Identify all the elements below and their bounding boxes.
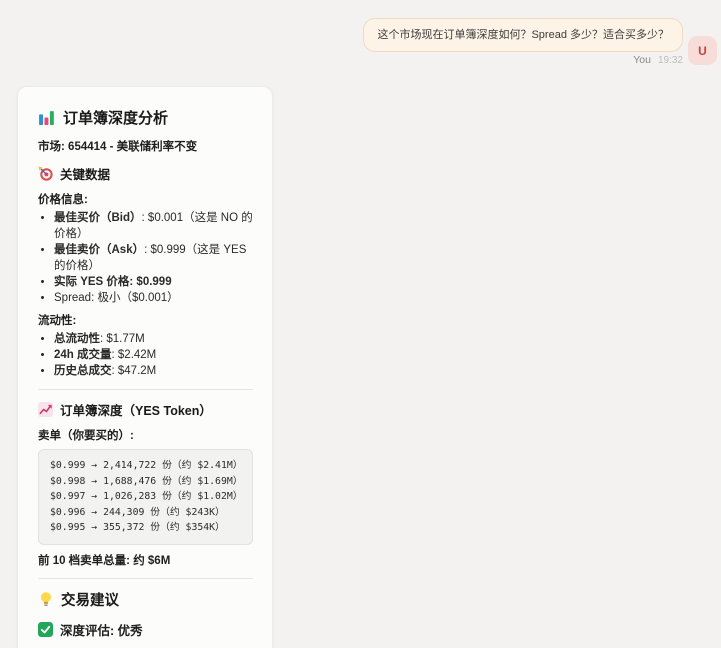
market-value: 654414 - 美联储利率不变 [68, 141, 197, 153]
user-avatar: U [688, 36, 717, 65]
asks-label: 卖单（你要买的）: [38, 427, 253, 443]
key-data-heading: 关键数据 [60, 164, 110, 183]
divider [38, 578, 253, 579]
assessment-row: 深度评估: 优秀 [38, 620, 253, 639]
list-item: 历史总成交: $47.2M [54, 363, 253, 379]
market-label: 市场: [38, 141, 65, 153]
key-data-heading-row: 关键数据 [38, 164, 253, 183]
orderbook-row: $0.995 → 355,372 份（约 $354K） [50, 520, 241, 536]
liquidity-list: 总流动性: $1.77M 24h 成交量: $2.42M 历史总成交: $47.… [38, 331, 253, 379]
item-value: : $2.42M [112, 349, 157, 361]
item-label: 最佳买价（Bid） [54, 212, 142, 224]
bar-chart-icon [38, 109, 55, 126]
list-item: 实际 YES 价格: $0.999 [54, 274, 253, 290]
item-value: : $47.2M [112, 365, 157, 377]
orderbook-row: $0.998 → 1,688,476 份（约 $1.69M） [50, 474, 241, 490]
list-item: Spread: 极小（$0.001） [54, 290, 253, 306]
orderbook-heading-row: 订单簿深度（YES Token） [38, 400, 253, 419]
item-label: 实际 YES 价格: $0.999 [54, 276, 172, 288]
orderbook-heading: 订单簿深度（YES Token） [60, 400, 212, 419]
item-value: Spread: 极小（$0.001） [54, 292, 179, 304]
liquidity-label: 流动性: [38, 312, 253, 328]
message-meta: You 19:32 [633, 54, 683, 66]
list-item: 24h 成交量: $2.42M [54, 347, 253, 363]
chat-page: { "page": { "background": "#f3f2f0", "ac… [0, 0, 721, 648]
report-title: 订单簿深度分析 [63, 107, 168, 128]
item-label: 历史总成交 [54, 365, 112, 377]
target-icon [38, 166, 53, 181]
item-label: 总流动性 [54, 333, 100, 345]
orderbook-code-block: $0.999 → 2,414,722 份（约 $2.41M） $0.998 → … [38, 449, 253, 545]
item-label: 最佳卖价（Ask） [54, 244, 144, 256]
orderbook-row: $0.997 → 1,026,283 份（约 $1.02M） [50, 489, 241, 505]
list-item: 最佳买价（Bid）: $0.001（这是 NO 的价格） [54, 210, 253, 242]
advice-heading-row: 交易建议 [38, 589, 253, 610]
user-message-bubble: 这个市场现在订单簿深度如何？Spread 多少？适合买多少？ [363, 18, 683, 52]
market-line: 市场: 654414 - 美联储利率不变 [38, 138, 253, 154]
sender-label: You [633, 54, 651, 66]
chart-increasing-icon [38, 402, 53, 417]
light-bulb-icon [38, 591, 54, 608]
orderbook-row: $0.999 → 2,414,722 份（约 $2.41M） [50, 458, 241, 474]
asks-total-line: 前 10 档卖单总量: 约 $6M [38, 552, 253, 568]
price-info-list: 最佳买价（Bid）: $0.001（这是 NO 的价格） 最佳卖价（Ask）: … [38, 210, 253, 306]
check-mark-icon [38, 622, 53, 637]
list-item: 总流动性: $1.77M [54, 331, 253, 347]
list-item: 最佳卖价（Ask）: $0.999（这是 YES 的价格） [54, 242, 253, 274]
orderbook-report-card: 订单簿深度分析 市场: 654414 - 美联储利率不变 关键数据 价格信息: … [17, 86, 273, 648]
orderbook-row: $0.996 → 244,309 份（约 $243K） [50, 505, 241, 521]
report-title-row: 订单簿深度分析 [38, 107, 253, 128]
item-label: 24h 成交量 [54, 349, 112, 361]
message-timestamp: 19:32 [658, 55, 683, 66]
advice-heading: 交易建议 [61, 589, 119, 610]
item-value: : $1.77M [100, 333, 145, 345]
divider [38, 389, 253, 390]
assessment-text: 深度评估: 优秀 [60, 620, 143, 639]
price-info-label: 价格信息: [38, 191, 253, 207]
